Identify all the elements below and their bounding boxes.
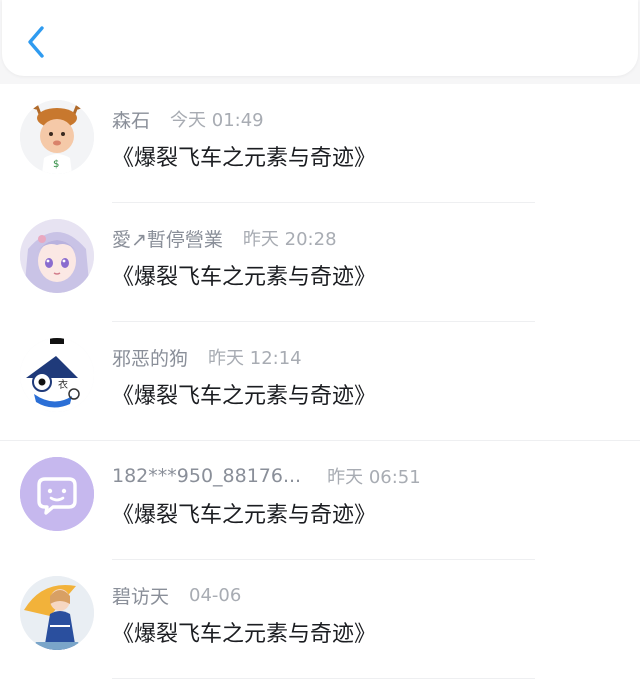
message-content: 《爆裂飞车之元素与奇迹》 xyxy=(112,265,377,290)
message-item[interactable]: $ 森石 今天 01:49 《爆裂飞车之元素与奇迹》 xyxy=(0,84,640,203)
message-list-page: $ 森石 今天 01:49 《爆裂飞车之元素与奇迹》 愛↗暫停營業 昨天 20:… xyxy=(0,0,640,687)
top-bar xyxy=(0,0,640,84)
chevron-left-icon xyxy=(28,26,44,58)
message-item[interactable]: 碧访天 04-06 《爆裂飞车之元素与奇迹》 xyxy=(0,560,640,679)
message-time: 04-06 xyxy=(189,584,242,606)
sender-name[interactable]: 碧访天 xyxy=(112,582,169,609)
message-content: 《爆裂飞车之元素与奇迹》 xyxy=(112,503,377,528)
message-meta: 愛↗暫停營業 昨天 20:28 xyxy=(112,225,337,251)
message-list: $ 森石 今天 01:49 《爆裂飞车之元素与奇迹》 愛↗暫停營業 昨天 20:… xyxy=(0,84,640,679)
message-content: 《爆裂飞车之元素与奇迹》 xyxy=(112,622,377,647)
message-item[interactable]: 衣 邪恶的狗 昨天 12:14 《爆裂飞车之元素与奇迹》 xyxy=(0,322,640,441)
back-button[interactable] xyxy=(16,18,56,66)
message-meta: 邪恶的狗 昨天 12:14 xyxy=(112,344,302,370)
message-time: 昨天 20:28 xyxy=(242,229,337,250)
svg-text:$: $ xyxy=(53,159,59,170)
header-card xyxy=(2,0,638,76)
svg-text:衣: 衣 xyxy=(58,378,68,391)
divider xyxy=(112,678,535,679)
reindeer-baby-avatar[interactable]: $ xyxy=(20,100,94,174)
message-time: 今天 01:49 xyxy=(170,110,264,131)
message-content: 《爆裂飞车之元素与奇迹》 xyxy=(112,384,377,409)
message-time: 昨天 12:14 xyxy=(208,348,302,369)
message-content: 《爆裂飞车之元素与奇迹》 xyxy=(112,146,377,171)
sender-name[interactable]: 182***950_88176... xyxy=(112,465,301,487)
sender-name[interactable]: 愛↗暫停營業 xyxy=(112,225,223,252)
default-chat-avatar[interactable] xyxy=(20,457,94,531)
anime-girl-avatar[interactable] xyxy=(20,219,94,293)
message-item[interactable]: 愛↗暫停營業 昨天 20:28 《爆裂飞车之元素与奇迹》 xyxy=(0,203,640,322)
message-meta: 182***950_88176... 昨天 06:51 xyxy=(112,463,421,489)
sender-name[interactable]: 邪恶的狗 xyxy=(112,344,188,371)
cartoon-character-avatar[interactable]: 衣 xyxy=(20,338,94,412)
message-time: 昨天 06:51 xyxy=(327,467,421,488)
umbrella-girl-avatar[interactable] xyxy=(20,576,94,650)
message-meta: 碧访天 04-06 xyxy=(112,582,241,608)
sender-name[interactable]: 森石 xyxy=(112,106,150,133)
message-item[interactable]: 182***950_88176... 昨天 06:51 《爆裂飞车之元素与奇迹》 xyxy=(0,441,640,560)
message-meta: 森石 今天 01:49 xyxy=(112,106,264,132)
